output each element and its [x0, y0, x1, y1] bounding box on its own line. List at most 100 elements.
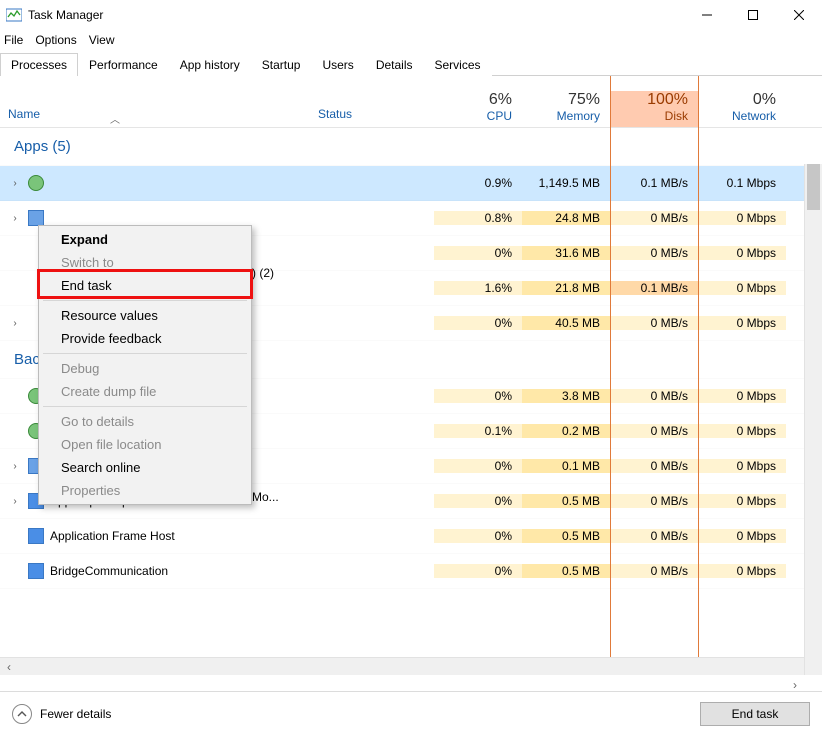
ctx-end-task[interactable]: End task: [39, 274, 251, 297]
menu-view[interactable]: View: [89, 33, 115, 47]
window-title: Task Manager: [28, 8, 103, 22]
column-status[interactable]: Status: [310, 107, 434, 127]
cpu-value: 0%: [434, 246, 522, 260]
titlebar: Task Manager: [0, 0, 822, 30]
column-name-label: Name: [8, 107, 40, 121]
disk-value: 0 MB/s: [610, 529, 698, 543]
ctx-switch-to: Switch to: [39, 251, 251, 274]
net-value: 0 Mbps: [698, 459, 786, 473]
chevron-right-icon[interactable]: ›: [8, 178, 22, 189]
ctx-debug: Debug: [39, 357, 251, 380]
chevron-right-icon[interactable]: ›: [8, 496, 22, 507]
disk-value: 0 MB/s: [610, 246, 698, 260]
memory-pct: 75%: [522, 91, 600, 109]
disk-pct: 100%: [610, 91, 688, 109]
vertical-scrollbar[interactable]: [804, 164, 822, 675]
ctx-search-online[interactable]: Search online: [39, 456, 251, 479]
mem-value: 3.8 MB: [522, 389, 610, 403]
tab-services[interactable]: Services: [424, 53, 492, 76]
ctx-separator: [43, 406, 247, 407]
cpu-pct: 6%: [434, 91, 512, 109]
mem-value: 0.1 MB: [522, 459, 610, 473]
menu-options[interactable]: Options: [35, 33, 76, 47]
ctx-provide-feedback[interactable]: Provide feedback: [39, 327, 251, 350]
cpu-value: 0.1%: [434, 424, 522, 438]
network-pct: 0%: [698, 91, 776, 109]
chevron-right-icon[interactable]: ›: [8, 213, 22, 224]
tab-app-history[interactable]: App history: [169, 53, 251, 76]
cpu-value: 0%: [434, 564, 522, 578]
chevron-right-icon[interactable]: ›: [8, 461, 22, 472]
group-apps[interactable]: Apps (5): [0, 128, 822, 166]
mem-value: 40.5 MB: [522, 316, 610, 330]
mem-value: 0.2 MB: [522, 424, 610, 438]
mem-value: 1,149.5 MB: [522, 176, 610, 190]
disk-value: 0 MB/s: [610, 564, 698, 578]
group-background-label: Bac: [14, 351, 40, 368]
mem-value: 0.5 MB: [522, 529, 610, 543]
cpu-value: 0.9%: [434, 176, 522, 190]
close-button[interactable]: [776, 0, 822, 30]
process-icon: [28, 175, 44, 191]
column-name[interactable]: ︿ Name: [0, 107, 310, 127]
cpu-value: 0%: [434, 389, 522, 403]
ctx-resource-values[interactable]: Resource values: [39, 304, 251, 327]
disk-value: 0.1 MB/s: [610, 281, 698, 295]
obscured-row-suffix: ) (2): [252, 266, 274, 280]
process-row[interactable]: BridgeCommunication 0% 0.5 MB 0 MB/s 0 M…: [0, 554, 822, 589]
group-apps-label: Apps (5): [14, 138, 71, 155]
scroll-left-icon[interactable]: ‹: [0, 658, 18, 676]
disk-value: 0.1 MB/s: [610, 176, 698, 190]
disk-value: 0 MB/s: [610, 459, 698, 473]
menubar: File Options View: [0, 30, 822, 50]
chevron-right-icon[interactable]: ›: [8, 318, 22, 329]
horizontal-scrollbar[interactable]: ‹ ›: [0, 657, 804, 675]
process-name: Application Frame Host: [50, 529, 175, 543]
menu-file[interactable]: File: [4, 33, 23, 47]
process-name: BridgeCommunication: [50, 564, 168, 578]
net-value: 0 Mbps: [698, 211, 786, 225]
memory-label: Memory: [522, 109, 600, 123]
cpu-value: 0%: [434, 529, 522, 543]
cpu-value: 0%: [434, 459, 522, 473]
mem-value: 31.6 MB: [522, 246, 610, 260]
disk-value: 0 MB/s: [610, 211, 698, 225]
end-task-button[interactable]: End task: [700, 702, 810, 726]
net-value: 0 Mbps: [698, 494, 786, 508]
tab-performance[interactable]: Performance: [78, 53, 169, 76]
disk-label: Disk: [610, 109, 688, 123]
column-headers: ︿ Name Status 6% CPU 75% Memory 100% Dis…: [0, 76, 822, 128]
net-value: 0 Mbps: [698, 529, 786, 543]
sort-indicator-icon: ︿: [110, 111, 120, 126]
mem-value: 0.5 MB: [522, 564, 610, 578]
ctx-go-to-details: Go to details: [39, 410, 251, 433]
app-icon: [6, 7, 22, 23]
minimize-button[interactable]: [684, 0, 730, 30]
cpu-value: 0%: [434, 316, 522, 330]
cpu-value: 0.8%: [434, 211, 522, 225]
tab-users[interactable]: Users: [311, 53, 364, 76]
disk-value: 0 MB/s: [610, 316, 698, 330]
process-row[interactable]: Application Frame Host 0% 0.5 MB 0 MB/s …: [0, 519, 822, 554]
scroll-right-icon[interactable]: ›: [786, 676, 804, 694]
chevron-up-icon: [12, 704, 32, 724]
cpu-value: 0%: [434, 494, 522, 508]
scrollbar-thumb[interactable]: [807, 164, 820, 210]
fewer-details-button[interactable]: Fewer details: [12, 704, 111, 724]
tab-processes[interactable]: Processes: [0, 53, 78, 76]
net-value: 0 Mbps: [698, 246, 786, 260]
tab-startup[interactable]: Startup: [251, 53, 312, 76]
mem-value: 21.8 MB: [522, 281, 610, 295]
ctx-create-dump: Create dump file: [39, 380, 251, 403]
tab-details[interactable]: Details: [365, 53, 424, 76]
disk correntes disk-value: 0 MB/s: [610, 494, 698, 508]
process-icon: [28, 528, 44, 544]
column-memory[interactable]: 75% Memory: [522, 91, 610, 127]
column-cpu[interactable]: 6% CPU: [434, 91, 522, 127]
column-network[interactable]: 0% Network: [698, 91, 786, 127]
obscured-row-suffix: Mo...: [252, 490, 279, 504]
process-row[interactable]: › 0.9% 1,149.5 MB 0.1 MB/s 0.1 Mbps: [0, 166, 822, 201]
column-disk[interactable]: 100% Disk: [610, 91, 698, 127]
maximize-button[interactable]: [730, 0, 776, 30]
ctx-expand[interactable]: Expand: [39, 228, 251, 251]
